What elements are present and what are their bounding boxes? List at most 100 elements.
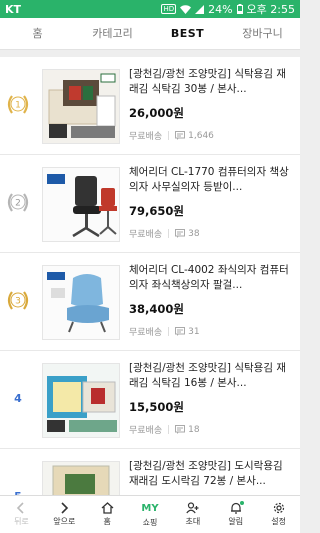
review-count: 31 [175,326,200,337]
product-image[interactable] [42,265,120,340]
divider [168,229,170,238]
nav-label: 앞으로 [53,517,76,526]
shipping-label: 무료배송 [129,426,163,436]
product-price: 15,500원 [129,400,184,414]
product-title[interactable]: 체어리더 CL-4002 좌식의자 컴퓨터의자 좌식책상의자 팔걸... [129,263,295,293]
product-row[interactable]: 5 [광천김/광천 조양맛김] 도시락용김 재래김 도시락김 72봉 / 본사.… [0,449,300,495]
laurel-icon: 3 [7,291,29,310]
product-price: 38,400원 [129,302,184,316]
product-info: 체어리더 CL-4002 좌식의자 컴퓨터의자 좌식책상의자 팔걸... 38,… [129,263,295,338]
add-person-icon [186,502,199,514]
comment-icon [175,229,186,238]
carrier-label: KT [5,2,22,16]
tab-category[interactable]: 카테고리 [75,18,150,49]
comment-icon [175,131,186,140]
product-meta: 무료배송 38 [129,227,295,241]
back-icon [17,502,24,514]
bottom-navigation: 뒤로 앞으로 홈 MY 쇼핑 초대 알림 설정 [0,495,300,533]
comment-icon [175,425,186,434]
best-list-area[interactable]: 1 [광천김/광천 조양맛김] 식탁용김 재래김 식탁김 30봉 / 본사...… [0,50,300,495]
product-meta: 무료배송 18 [129,423,295,437]
rank-number: 1 [15,101,21,111]
review-count: 38 [175,228,200,239]
review-number: 31 [188,326,200,337]
status-right: HD 24% 오후 2:55 [161,1,295,17]
product-list: 1 [광천김/광천 조양맛김] 식탁용김 재래김 식탁김 30봉 / 본사...… [0,57,300,495]
rank-number: 4 [14,391,22,405]
clock: 오후 2:55 [246,3,295,16]
battery-icon [236,4,243,14]
office-chair-image [43,168,119,241]
gear-icon [273,502,284,514]
seaweed-box-image [43,364,119,437]
review-number: 1,646 [188,130,214,141]
hd-badge: HD [161,4,177,14]
product-info: [광천김/광천 조양맛김] 도시락용김 재래김 도시락김 72봉 / 본사... [129,459,295,489]
product-row[interactable]: 3 체어리더 CL-4002 좌식의자 컴퓨터의자 좌식책상의자 팔걸... 3… [0,253,300,351]
product-image[interactable] [42,363,120,438]
nav-label: 설정 [271,517,286,526]
review-count: 18 [175,424,200,435]
home-icon [101,502,114,514]
nav-alerts[interactable]: 알림 [214,496,257,533]
rank-medal-silver: 2 [4,188,32,216]
rank-number-plain: 5 [4,482,32,496]
rank-medal-bronze: 3 [4,286,32,314]
tab-home[interactable]: 홈 [0,18,75,49]
nav-forward[interactable]: 앞으로 [43,496,86,533]
seaweed-box-image [43,462,119,495]
comment-icon [175,327,186,336]
nav-back[interactable]: 뒤로 [0,496,43,533]
product-title[interactable]: [광천김/광천 조양맛김] 도시락용김 재래김 도시락김 72봉 / 본사... [129,459,295,489]
product-title[interactable]: [광천김/광천 조양맛김] 식탁용김 재래김 식탁김 30봉 / 본사... [129,67,295,97]
nav-label: 홈 [103,517,111,526]
product-meta: 무료배송 31 [129,325,295,339]
tab-cart[interactable]: 장바구니 [225,18,300,49]
shipping-label: 무료배송 [129,132,163,142]
nav-label: 쇼핑 [142,517,158,527]
laurel-icon: 1 [7,95,29,114]
product-row[interactable]: 4 [광천김/광천 조양맛김] 식탁용김 재래김 식탁김 16봉 / 본사...… [0,351,300,449]
product-title[interactable]: [광천김/광천 조양맛김] 식탁용김 재래김 식탁김 16봉 / 본사... [129,361,295,391]
product-image[interactable] [42,167,120,242]
battery-percent: 24% [208,2,233,16]
laurel-icon: 2 [7,193,29,212]
product-meta: 무료배송 1,646 [129,129,295,143]
review-number: 38 [188,228,200,239]
forward-icon [61,502,69,514]
nav-shopping[interactable]: MY 쇼핑 [129,496,172,533]
rank-number: 2 [15,199,21,209]
nav-invite[interactable]: 초대 [171,496,214,533]
status-bar: KT HD 24% 오후 2:55 [0,0,300,18]
product-info: [광천김/광천 조양맛김] 식탁용김 재래김 식탁김 16봉 / 본사... 1… [129,361,295,436]
divider [168,425,170,434]
product-price: 79,650원 [129,204,184,218]
rank-number-plain: 4 [4,384,32,412]
nav-label: 알림 [228,517,244,526]
wifi-icon [180,4,192,14]
product-image[interactable] [42,69,120,144]
review-count: 1,646 [175,131,214,141]
floor-chair-image [43,266,119,339]
nav-label: 뒤로 [14,517,29,526]
shipping-label: 무료배송 [129,328,163,338]
notification-dot [240,501,244,505]
product-title[interactable]: 체어리더 CL-1770 컴퓨터의자 책상의자 사무실의자 등받이... [129,165,295,195]
review-number: 18 [188,424,200,435]
top-tabs: 홈 카테고리 BEST 장바구니 [0,18,300,50]
rank-number: 3 [15,297,21,307]
product-image[interactable] [42,461,120,495]
divider [168,131,170,140]
product-info: [광천김/광천 조양맛김] 식탁용김 재래김 식탁김 30봉 / 본사... 2… [129,67,295,142]
nav-label: 초대 [185,517,201,526]
divider [168,327,170,336]
product-info: 체어리더 CL-1770 컴퓨터의자 책상의자 사무실의자 등받이... 79,… [129,165,295,240]
rank-medal-gold: 1 [4,90,32,118]
product-row[interactable]: 2 체어리더 CL-1770 컴퓨터의자 책상의자 사무실의자 등받이... 7… [0,155,300,253]
tab-best[interactable]: BEST [150,18,225,49]
shipping-label: 무료배송 [129,230,163,240]
seaweed-box-image [43,70,119,143]
product-row[interactable]: 1 [광천김/광천 조양맛김] 식탁용김 재래김 식탁김 30봉 / 본사...… [0,57,300,155]
nav-home[interactable]: 홈 [86,496,129,533]
nav-settings[interactable]: 설정 [257,496,300,533]
